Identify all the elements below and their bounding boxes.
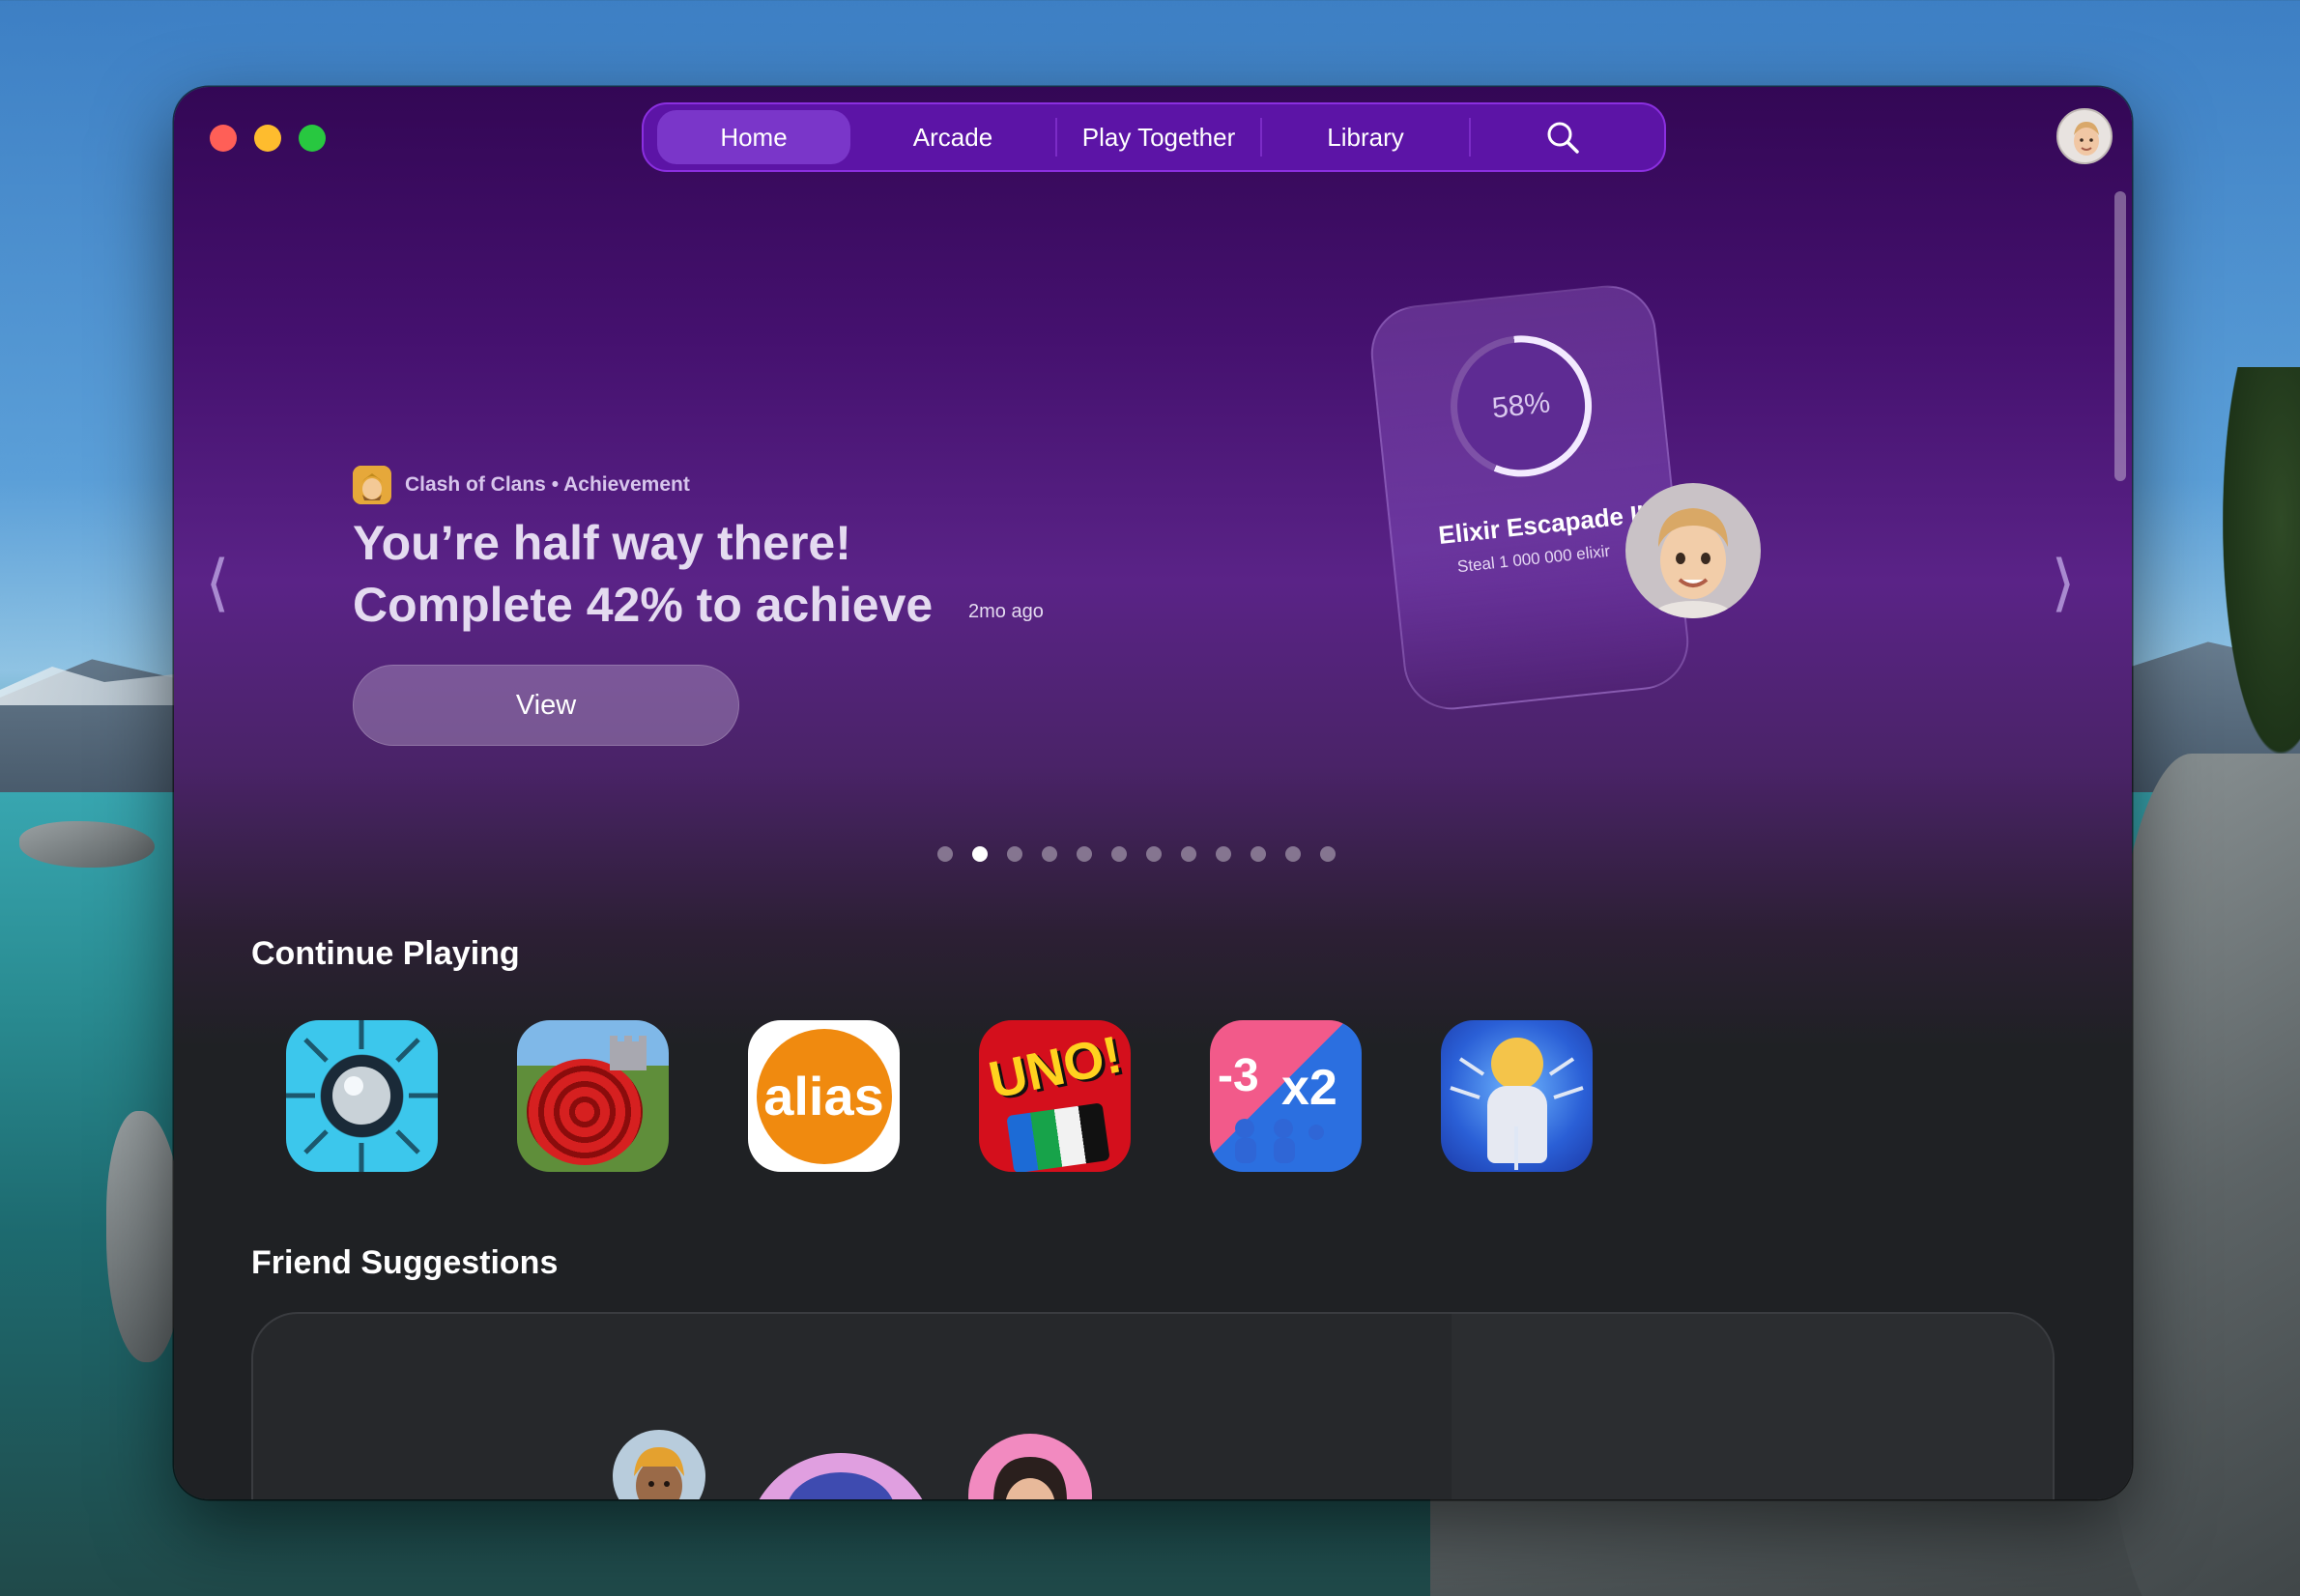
friend-avatar [746, 1453, 935, 1499]
alias-game-icon[interactable]: alias [748, 1020, 900, 1172]
account-avatar[interactable] [2056, 108, 2113, 164]
minus-three-label: -3 [1218, 1050, 1259, 1101]
carousel-next-chevron-icon[interactable]: ⟩ [2049, 549, 2078, 616]
hero-meta: Clash of Clans • Achievement [353, 466, 690, 504]
carousel-dot[interactable] [1042, 846, 1057, 862]
carousel-dot[interactable] [1320, 846, 1336, 862]
search-icon [1547, 122, 1579, 154]
carousel-page-indicator [937, 846, 1336, 862]
hero-title-line-2: Complete 42% to achieve [353, 578, 934, 632]
search-button[interactable] [1471, 110, 1654, 164]
continue-playing-row: alias UNO! -3 x2 [286, 1020, 1593, 1172]
player-memoji-avatar [1625, 483, 1761, 618]
continue-playing-heading: Continue Playing [251, 935, 520, 972]
hero-game-label: Clash of Clans • Achievement [405, 473, 690, 496]
friend-suggestions-card[interactable] [251, 1312, 2055, 1499]
sword-hero-game-icon[interactable] [1441, 1020, 1593, 1172]
view-button[interactable]: View [353, 665, 739, 746]
wallpaper-tree [2223, 367, 2300, 754]
tab-arcade[interactable]: Arcade [850, 110, 1055, 164]
carousel-dot[interactable] [1111, 846, 1127, 862]
memoji-avatar-icon [2074, 122, 2099, 156]
game-center-window: Home Arcade Play Together Library ⟨ ⟩ Cl… [174, 87, 2132, 1499]
snake-castle-game-icon[interactable] [517, 1020, 669, 1172]
friend-avatar [613, 1430, 705, 1499]
top-navigation: Home Arcade Play Together Library [642, 102, 1666, 172]
scrollbar-thumb[interactable] [2114, 191, 2126, 481]
vertical-scrollbar[interactable] [2113, 191, 2128, 1496]
tab-play-together[interactable]: Play Together [1057, 110, 1260, 164]
carousel-dot[interactable] [1285, 846, 1301, 862]
hero-timestamp: 2mo ago [968, 601, 1044, 622]
hero-title-line-1: You’re half way there! [353, 516, 851, 570]
carousel-dot[interactable] [1251, 846, 1266, 862]
carousel-previous-chevron-icon[interactable]: ⟨ [203, 549, 232, 616]
uno-cards [1006, 1102, 1110, 1172]
tab-library[interactable]: Library [1262, 110, 1469, 164]
minimize-window-button[interactable] [254, 125, 281, 152]
memoji-face-icon [1654, 508, 1732, 618]
carousel-dot[interactable] [1146, 846, 1162, 862]
friend-avatar [968, 1434, 1092, 1499]
crowd-runner-game-icon[interactable]: -3 x2 [1210, 1020, 1362, 1172]
friend-suggestions-heading: Friend Suggestions [251, 1244, 559, 1281]
fullscreen-window-button[interactable] [299, 125, 326, 152]
carousel-dot[interactable] [1181, 846, 1196, 862]
close-window-button[interactable] [210, 125, 237, 152]
times-two-label: x2 [1281, 1060, 1337, 1116]
alias-logo: alias [756, 1028, 892, 1164]
uno-game-icon[interactable]: UNO! [979, 1020, 1131, 1172]
pinball-game-icon[interactable] [286, 1020, 438, 1172]
tab-home[interactable]: Home [657, 110, 850, 164]
wallpaper-rock-right [2107, 754, 2300, 1596]
uno-logo: UNO! [984, 1025, 1127, 1110]
achievement-progress-ring: 58% [1443, 328, 1599, 484]
carousel-dot[interactable] [937, 846, 953, 862]
hero-title: You’re half way there! Complete 42% to a… [353, 512, 1222, 636]
carousel-dot[interactable] [1007, 846, 1022, 862]
carousel-dot[interactable] [1077, 846, 1092, 862]
friend-suggestions-side-panel [1452, 1314, 2053, 1499]
carousel-dot[interactable] [1216, 846, 1231, 862]
carousel-dot[interactable] [972, 846, 988, 862]
achievement-card: 58% Elixir Escapade II Steal 1 000 000 e… [1366, 280, 1694, 715]
clash-of-clans-icon [353, 466, 391, 504]
achievement-progress-label: 58% [1451, 335, 1592, 476]
